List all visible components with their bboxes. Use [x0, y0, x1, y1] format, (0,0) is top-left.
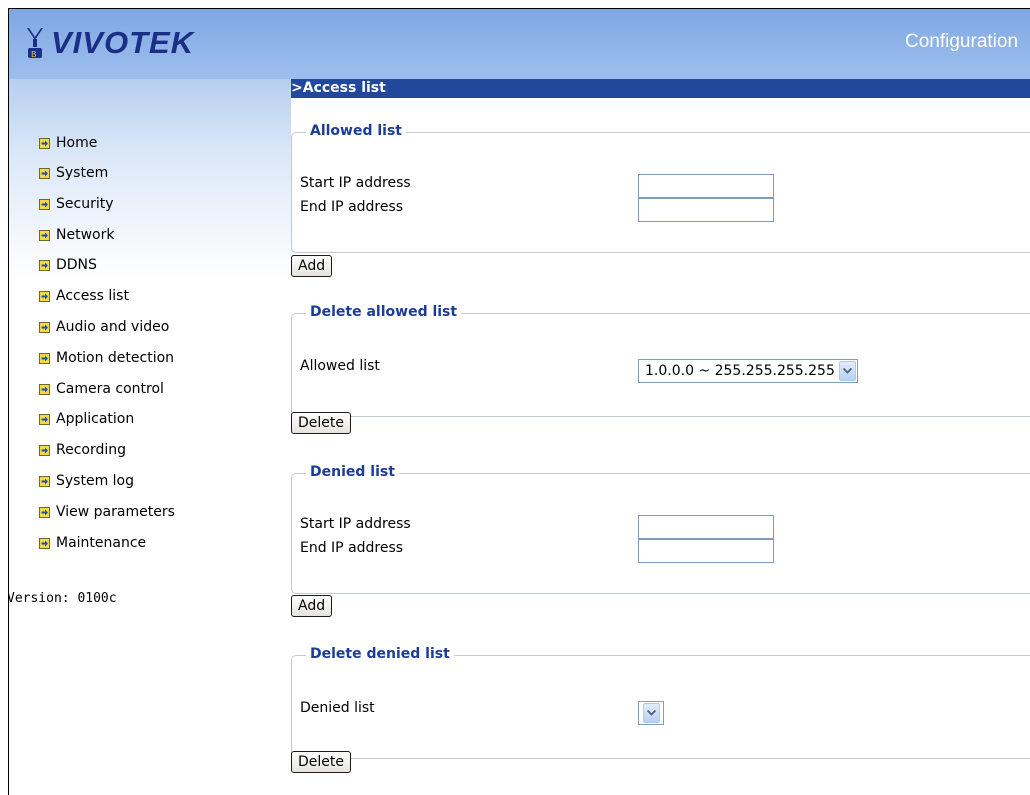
delete-allowed-list-group: Delete allowed list Allowed list 1.0.0.0…: [291, 304, 1030, 417]
sidebar-item-label: Maintenance: [56, 535, 147, 551]
sidebar-item-view-parameters[interactable]: View parameters: [39, 500, 175, 524]
denied-start-ip-input[interactable]: [638, 515, 774, 539]
allowed-end-ip-input[interactable]: [638, 198, 774, 222]
sidebar-item-access-list[interactable]: Access list: [39, 284, 129, 308]
arrow-right-icon: [39, 506, 50, 518]
vivotek-logo-icon: B: [27, 28, 43, 59]
denied-end-ip-label: End IP address: [300, 540, 404, 556]
sidebar-item-label: Recording: [56, 442, 127, 458]
sidebar-item-label: Network: [56, 227, 115, 243]
sidebar-item-audio-and-video[interactable]: Audio and video: [39, 315, 169, 339]
sidebar-item-home[interactable]: Home: [39, 131, 97, 155]
main-content: >Access list Allowed list Start IP addre…: [291, 79, 1030, 795]
chevron-down-icon[interactable]: [643, 703, 660, 723]
logo-text: VIVOTEK: [51, 25, 195, 60]
allowed-delete-button[interactable]: Delete: [291, 412, 351, 434]
sidebar-item-label: System log: [56, 473, 134, 489]
sidebar-item-label: Audio and video: [56, 319, 170, 335]
allowed-add-button[interactable]: Add: [291, 255, 333, 277]
arrow-right-icon: [39, 229, 50, 241]
sidebar-item-label: System: [56, 165, 109, 181]
arrow-right-icon: [39, 290, 50, 302]
sidebar-item-label: Home: [56, 135, 98, 151]
arrow-right-icon: [39, 413, 50, 425]
denied-start-ip-label: Start IP address: [300, 516, 411, 532]
sidebar-item-network[interactable]: Network: [39, 223, 114, 247]
allowed-list-select[interactable]: 1.0.0.0 ~ 255.255.255.255: [638, 359, 858, 383]
delete-denied-list-group: Delete denied list Denied list: [291, 646, 1030, 759]
sidebar-item-application[interactable]: Application: [39, 407, 134, 431]
sidebar-item-security[interactable]: Security: [39, 192, 114, 216]
arrow-right-icon: [39, 198, 50, 210]
sidebar: Home System Security Network DDNS Access…: [9, 79, 291, 795]
sidebar-item-label: Security: [56, 196, 114, 212]
allowed-start-ip-label: Start IP address: [300, 175, 411, 191]
denied-add-button[interactable]: Add: [291, 595, 333, 617]
sidebar-item-ddns[interactable]: DDNS: [39, 253, 97, 277]
header: B VIVOTEK Configuration: [9, 9, 1030, 79]
denied-list-group: Denied list Start IP address End IP addr…: [291, 464, 1030, 594]
version-text: Version: 0100c: [8, 591, 117, 606]
sidebar-item-label: Camera control: [56, 381, 164, 397]
sidebar-item-label: View parameters: [56, 504, 175, 520]
sidebar-item-system-log[interactable]: System log: [39, 469, 134, 493]
browser-frame: B VIVOTEK Configuration Home System Secu…: [8, 8, 1030, 795]
section-title: >Access list: [291, 79, 1030, 98]
sidebar-item-camera-control[interactable]: Camera control: [39, 377, 164, 401]
arrow-right-icon: [39, 537, 50, 549]
allowed-list-group: Allowed list Start IP address End IP add…: [291, 123, 1030, 253]
svg-text:B: B: [31, 50, 37, 59]
sidebar-item-recording[interactable]: Recording: [39, 438, 126, 462]
arrow-right-icon: [39, 352, 50, 364]
arrow-right-icon: [39, 475, 50, 487]
chevron-down-icon[interactable]: [838, 361, 856, 381]
delete-allowed-list-legend: Delete allowed list: [306, 304, 462, 320]
delete-denied-list-legend: Delete denied list: [306, 646, 454, 662]
sidebar-item-label: Application: [56, 411, 135, 427]
allowed-list-selected-value: 1.0.0.0 ~ 255.255.255.255: [645, 363, 835, 379]
allowed-end-ip-label: End IP address: [300, 199, 404, 215]
denied-list-legend: Denied list: [306, 464, 399, 480]
sidebar-item-system[interactable]: System: [39, 161, 108, 185]
sidebar-item-label: Motion detection: [56, 350, 175, 366]
sidebar-item-label: DDNS: [56, 257, 97, 273]
arrow-right-icon: [39, 259, 50, 271]
denied-list-select[interactable]: [638, 701, 664, 725]
allowed-list-label: Allowed list: [300, 358, 380, 374]
sidebar-item-maintenance[interactable]: Maintenance: [39, 531, 146, 555]
arrow-right-icon: [39, 137, 50, 149]
sidebar-item-label: Access list: [56, 288, 129, 304]
allowed-start-ip-input[interactable]: [638, 174, 774, 198]
denied-delete-button[interactable]: Delete: [291, 751, 351, 773]
arrow-right-icon: [39, 383, 50, 395]
logo: B VIVOTEK: [25, 23, 194, 63]
page-title: Configuration: [905, 31, 1019, 52]
sidebar-item-motion-detection[interactable]: Motion detection: [39, 346, 174, 370]
denied-end-ip-input[interactable]: [638, 539, 774, 563]
denied-list-label: Denied list: [300, 700, 375, 716]
arrow-right-icon: [39, 444, 50, 456]
arrow-right-icon: [39, 167, 50, 179]
allowed-list-legend: Allowed list: [306, 123, 406, 139]
arrow-right-icon: [39, 321, 50, 333]
